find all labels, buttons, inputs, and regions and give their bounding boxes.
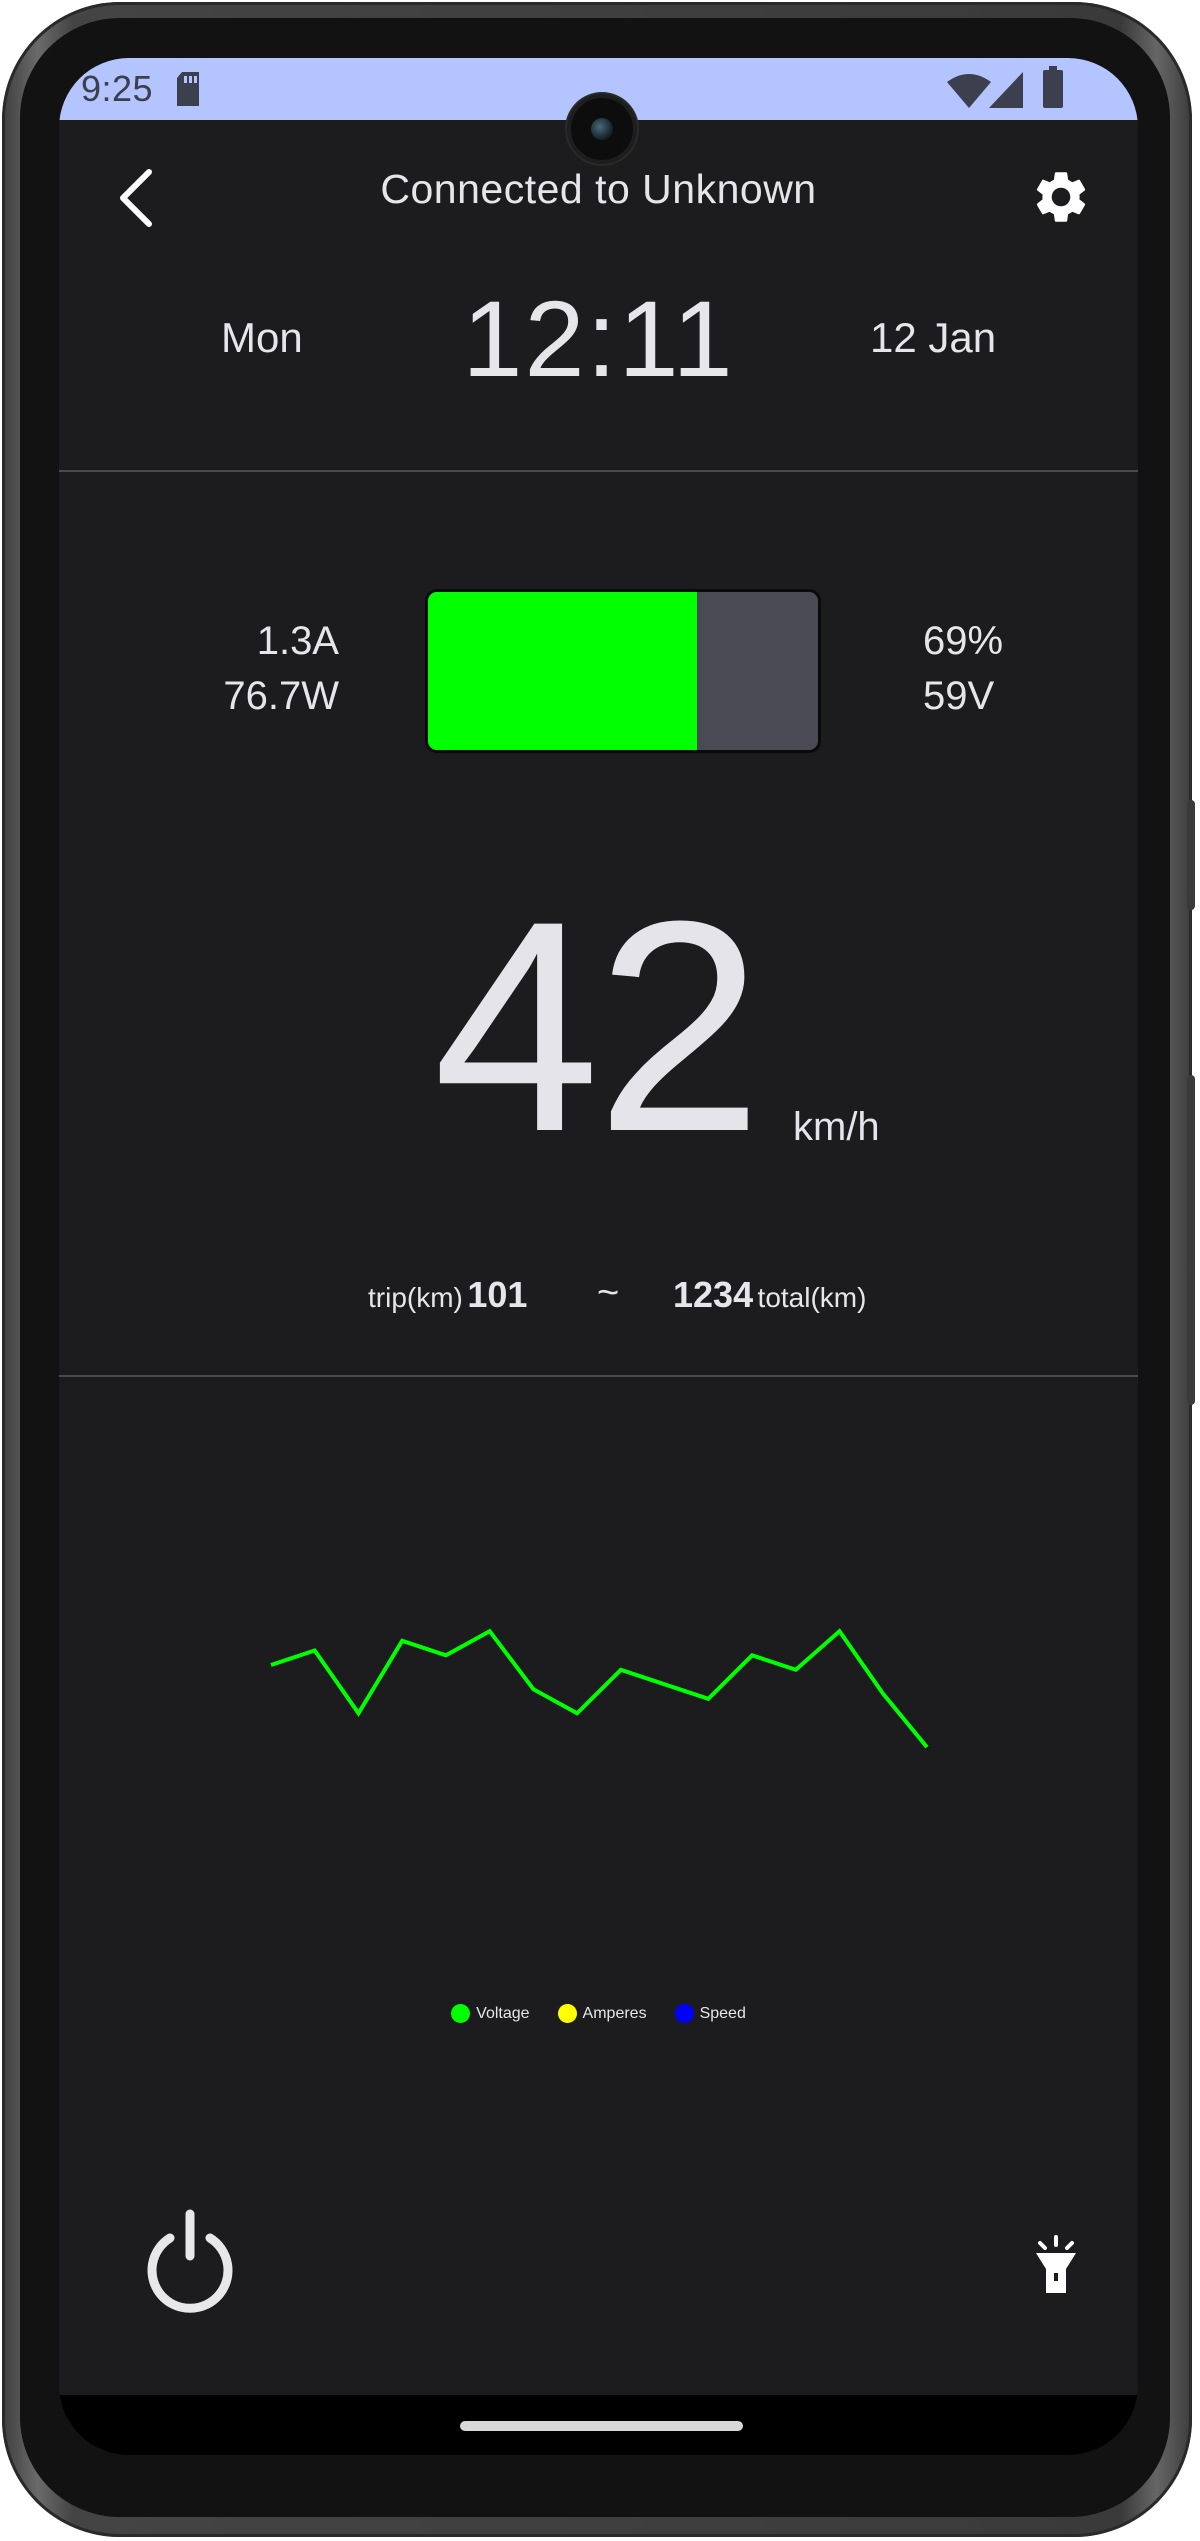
total-value: 1234: [673, 1274, 754, 1315]
speed-unit: km/h: [793, 1105, 880, 1149]
front-camera: [567, 94, 637, 164]
trip-label: trip(km): [368, 1282, 463, 1313]
legend-dot: [557, 2004, 577, 2023]
legend-item-voltage[interactable]: Voltage: [451, 2004, 530, 2023]
flashlight-icon: [1036, 2235, 1076, 2293]
battery-icon: [1043, 66, 1063, 113]
legend-label: Speed: [699, 2004, 746, 2022]
trip-group: trip(km) 101: [368, 1274, 527, 1316]
volume-button: [1187, 800, 1195, 910]
legend-item-amperes[interactable]: Amperes: [557, 2004, 647, 2023]
legend-dot: [674, 2004, 694, 2023]
connection-title: Connected to Unknown: [380, 166, 817, 212]
odometer-separator: ~: [597, 1272, 620, 1314]
app-screen: 9:25 Connected to Unknown Mon 12:11 12 J…: [59, 58, 1138, 2455]
sd-card-icon: [175, 72, 201, 111]
cellular-signal-icon: [989, 72, 1023, 113]
power-icon: [147, 2209, 233, 2313]
home-gesture-handle[interactable]: [460, 2421, 743, 2431]
battery-percent-reading: 69%: [923, 619, 1004, 663]
wifi-icon: [947, 74, 991, 113]
flashlight-button[interactable]: [1032, 2235, 1080, 2295]
electrical-stats-right: 69% 59V: [923, 614, 1123, 724]
legend-label: Amperes: [582, 2004, 647, 2022]
gear-icon: [1036, 172, 1086, 222]
divider-top: [59, 470, 1138, 472]
legend-label: Voltage: [476, 2004, 530, 2022]
chart-legend: Voltage Amperes Speed: [59, 2004, 1138, 2023]
legend-dot: [451, 2004, 471, 2023]
battery-gauge: [425, 589, 821, 753]
battery-gauge-fill: [428, 592, 698, 750]
speed-value: 42: [433, 858, 763, 1194]
voltage-reading: 59V: [923, 674, 995, 718]
power-reading: 76.7W: [223, 674, 339, 718]
total-group: 1234 total(km): [673, 1274, 866, 1316]
power-side-button: [1187, 1075, 1195, 1405]
divider-bottom: [59, 1375, 1138, 1377]
electrical-stats-left: 1.3A 76.7W: [159, 614, 339, 724]
legend-item-speed[interactable]: Speed: [674, 2004, 746, 2023]
date-label: 12 Jan: [870, 314, 997, 361]
settings-button[interactable]: [1030, 166, 1092, 228]
series-line-voltage: [270, 1628, 929, 1749]
trip-value: 101: [467, 1274, 528, 1315]
status-time: 9:25: [81, 68, 154, 109]
power-button[interactable]: [140, 2208, 240, 2318]
telemetry-line-chart: [270, 1628, 929, 1749]
current-reading: 1.3A: [256, 619, 339, 663]
total-label: total(km): [757, 1282, 867, 1313]
